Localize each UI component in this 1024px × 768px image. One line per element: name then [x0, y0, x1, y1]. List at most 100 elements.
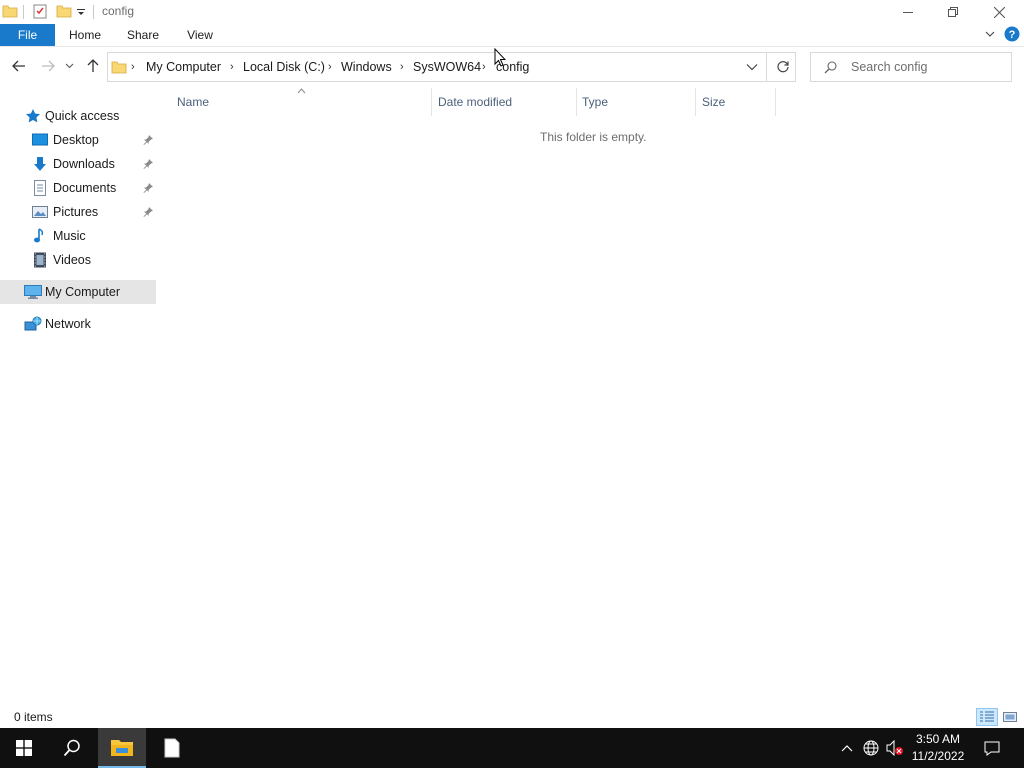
divider	[23, 5, 24, 19]
nav-label: My Computer	[45, 285, 121, 299]
forward-arrow-icon	[42, 60, 55, 72]
network-status-button[interactable]	[860, 728, 882, 768]
breadcrumb-syswow64[interactable]: SysWOW64	[413, 60, 481, 74]
star-icon	[25, 108, 41, 124]
restore-icon	[948, 7, 958, 17]
pin-icon[interactable]	[142, 182, 154, 194]
search-input[interactable]: Search config	[810, 52, 1012, 82]
videos-icon	[32, 252, 48, 268]
breadcrumb-my-computer[interactable]: My Computer	[146, 60, 221, 74]
minimize-button[interactable]	[885, 0, 931, 24]
tab-view[interactable]: View	[180, 24, 220, 46]
column-divider[interactable]	[695, 88, 696, 116]
network-icon	[24, 316, 42, 332]
taskbar: 3:50 AM 11/2/2022	[0, 728, 1024, 768]
back-button[interactable]	[9, 55, 29, 77]
start-button[interactable]	[0, 728, 48, 768]
address-history-button[interactable]	[746, 62, 758, 72]
recent-locations-button[interactable]	[62, 55, 76, 77]
tab-file[interactable]: File	[0, 24, 55, 46]
clock-date[interactable]: 11/2/2022	[905, 749, 971, 763]
nav-item-documents[interactable]: Documents	[0, 176, 156, 200]
taskbar-file-explorer[interactable]	[98, 728, 146, 768]
nav-label: Music	[53, 229, 86, 243]
tab-share[interactable]: Share	[121, 24, 165, 46]
details-view-icon	[980, 711, 994, 722]
breadcrumb-windows[interactable]: Windows	[341, 60, 392, 74]
item-count: 0 items	[14, 710, 53, 724]
clock-time[interactable]: 3:50 AM	[905, 732, 971, 746]
expand-ribbon-button[interactable]	[984, 28, 998, 42]
nav-label: Quick access	[45, 109, 120, 123]
column-header-size[interactable]: Size	[702, 95, 725, 109]
pin-icon[interactable]	[142, 206, 154, 218]
column-divider[interactable]	[576, 88, 577, 116]
music-icon	[32, 228, 48, 244]
column-header-name[interactable]: Name	[177, 95, 209, 109]
navigation-pane: Quick access Desktop Downloads Documents…	[0, 104, 156, 704]
nav-label: Network	[45, 317, 91, 331]
search-button[interactable]	[48, 728, 96, 768]
window-title: config	[102, 4, 135, 18]
nav-item-desktop[interactable]: Desktop	[0, 128, 156, 152]
new-folder-icon[interactable]	[56, 3, 74, 21]
close-button[interactable]	[976, 0, 1022, 24]
volume-button[interactable]	[884, 728, 906, 768]
restore-button[interactable]	[930, 0, 976, 24]
mouse-cursor-icon	[494, 48, 506, 67]
nav-label: Pictures	[53, 205, 99, 219]
refresh-icon	[777, 61, 789, 73]
svg-text:?: ?	[1009, 29, 1016, 41]
forward-button[interactable]	[38, 55, 58, 77]
notifications-button[interactable]	[978, 728, 1006, 768]
nav-my-computer[interactable]: My Computer	[0, 280, 156, 304]
pin-icon[interactable]	[142, 134, 154, 146]
column-header-date-modified[interactable]: Date modified	[438, 95, 512, 109]
column-divider[interactable]	[431, 88, 432, 116]
help-button[interactable]: ?	[1004, 26, 1022, 44]
chevron-down-icon	[746, 64, 758, 71]
up-arrow-icon	[87, 59, 99, 72]
column-header-type[interactable]: Type	[582, 95, 608, 109]
nav-item-music[interactable]: Music	[0, 224, 156, 248]
chevron-down-icon	[65, 63, 73, 69]
chevron-right-icon[interactable]: ›	[230, 61, 234, 73]
address-bar[interactable]: › My Computer › Local Disk (C:) › Window…	[107, 52, 796, 82]
nav-label: Videos	[53, 253, 91, 267]
column-divider[interactable]	[775, 88, 776, 116]
taskbar-notepad[interactable]	[148, 728, 196, 768]
nav-item-downloads[interactable]: Downloads	[0, 152, 156, 176]
large-icons-view-button[interactable]	[999, 708, 1021, 726]
details-view-button[interactable]	[976, 708, 998, 726]
customize-toolbar-icon[interactable]	[76, 3, 94, 21]
minimize-icon	[903, 12, 913, 13]
pictures-icon	[32, 204, 48, 220]
file-explorer-icon	[111, 740, 133, 756]
nav-item-pictures[interactable]: Pictures	[0, 200, 156, 224]
documents-icon	[32, 180, 48, 196]
chevron-right-icon[interactable]: ›	[482, 61, 486, 73]
nav-item-videos[interactable]: Videos	[0, 248, 156, 272]
show-hidden-icons-button[interactable]	[838, 728, 856, 768]
chevron-up-icon	[841, 745, 853, 752]
sort-ascending-icon	[297, 88, 306, 94]
refresh-button[interactable]	[776, 60, 790, 74]
document-icon	[164, 738, 180, 758]
properties-icon[interactable]	[32, 3, 50, 21]
close-icon	[993, 6, 1005, 18]
chevron-right-icon[interactable]: ›	[400, 61, 404, 73]
nav-label: Downloads	[53, 157, 115, 171]
chevron-right-icon[interactable]: ›	[328, 61, 332, 73]
folder-icon	[111, 59, 127, 75]
chevron-right-icon[interactable]: ›	[131, 61, 135, 73]
desktop-icon	[32, 132, 48, 148]
nav-network[interactable]: Network	[0, 312, 156, 336]
nav-quick-access[interactable]: Quick access	[0, 104, 156, 128]
pin-icon[interactable]	[142, 158, 154, 170]
breadcrumb-local-disk[interactable]: Local Disk (C:)	[243, 60, 325, 74]
file-list[interactable]: Name Date modified Type Size This folder…	[158, 88, 1024, 703]
up-button[interactable]	[83, 55, 103, 77]
tab-home[interactable]: Home	[63, 24, 107, 46]
globe-icon	[863, 740, 879, 756]
empty-folder-message: This folder is empty.	[540, 130, 647, 144]
